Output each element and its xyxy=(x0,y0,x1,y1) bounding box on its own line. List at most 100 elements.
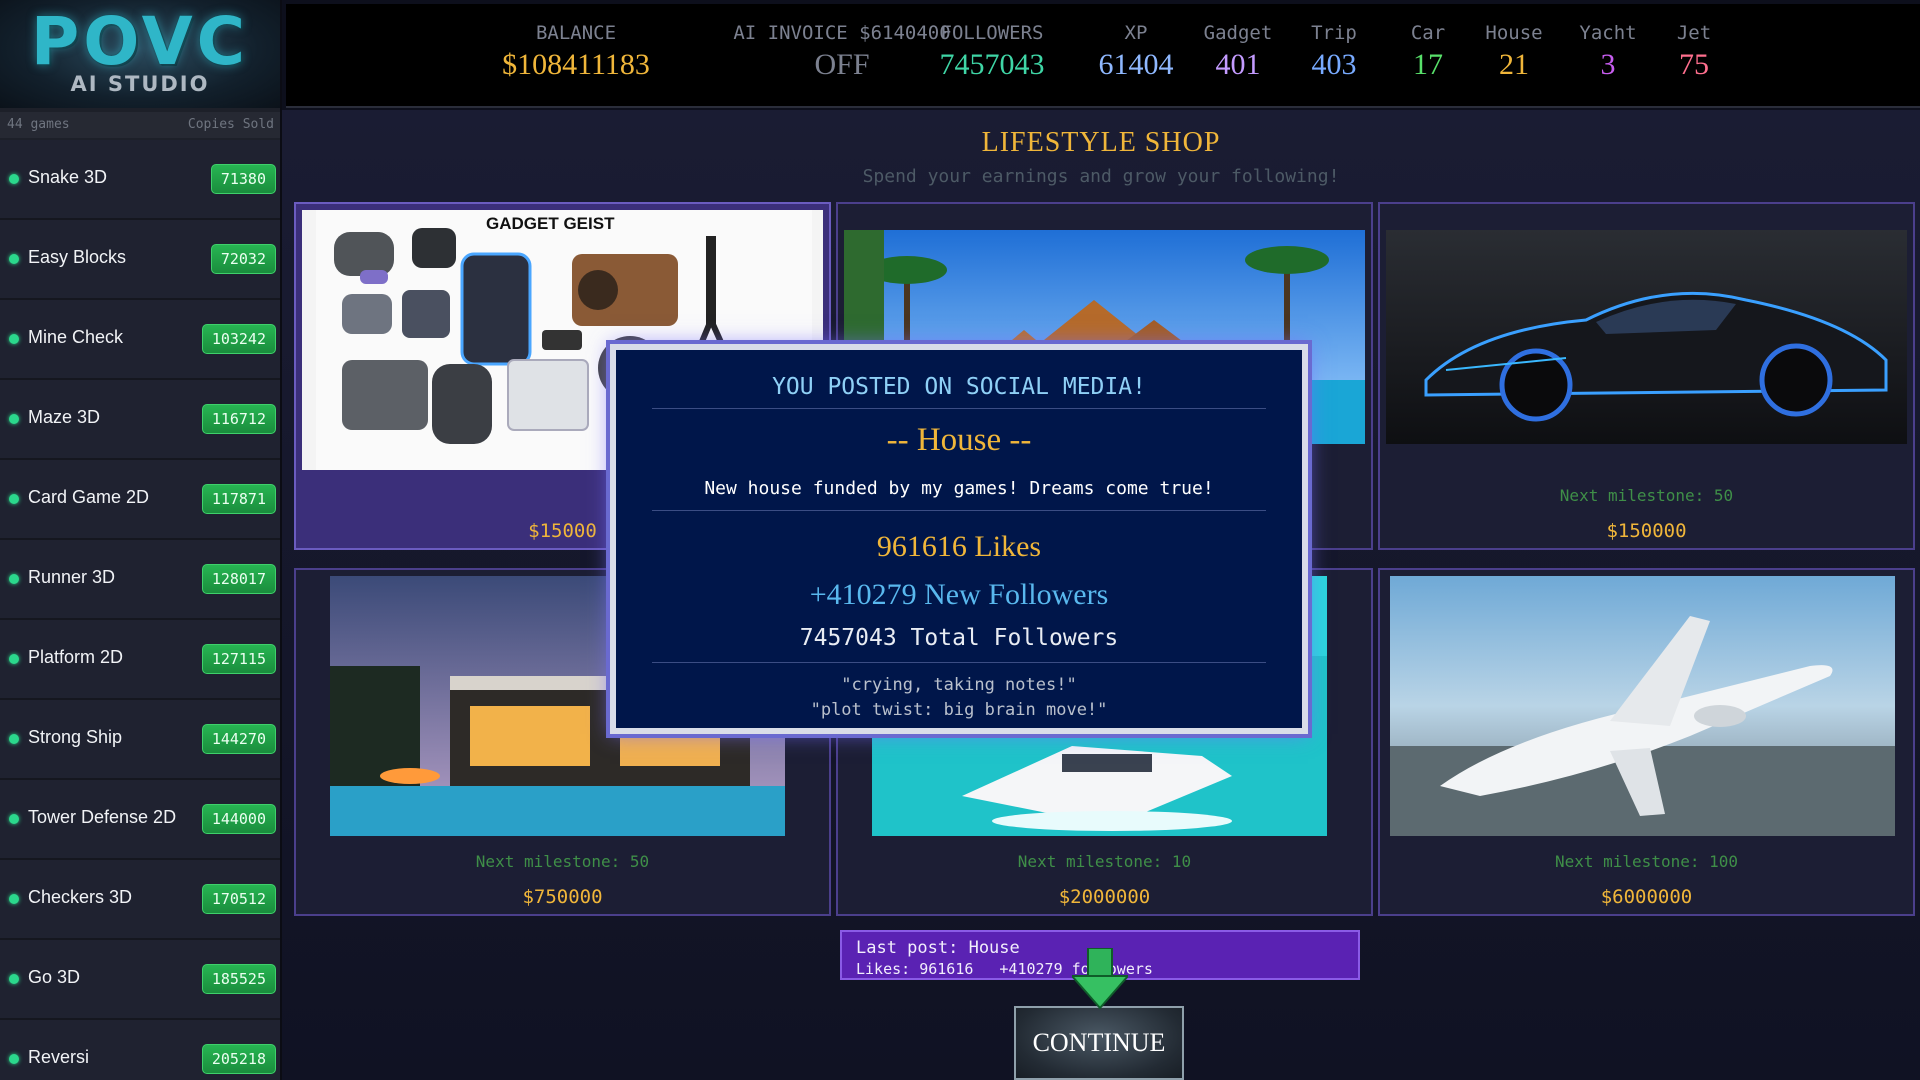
social-post-dialog: YOU POSTED ON SOCIAL MEDIA! -- House -- … xyxy=(606,340,1312,738)
game-name: Maze 3D xyxy=(28,407,101,427)
continue-button[interactable]: CONTINUE xyxy=(1014,1006,1184,1080)
dialog-item-name: -- House -- xyxy=(886,422,1032,458)
card-milestone: Next milestone: 10 xyxy=(1017,852,1192,871)
dialog-caption: New house funded by my games! Dreams com… xyxy=(704,478,1214,499)
game-name: Reversi xyxy=(28,1047,90,1067)
card-milestone: Next milestone: 50 xyxy=(1559,486,1734,505)
stat-label: Gadget xyxy=(1203,22,1273,44)
game-row[interactable]: Runner 3D 128017 xyxy=(0,540,280,620)
status-dot-icon xyxy=(9,894,19,904)
shop-subtitle: Spend your earnings and grow your follow… xyxy=(862,166,1340,187)
games-list-header: 44 games Copies Sold xyxy=(0,112,280,138)
game-row[interactable]: Platform 2D 127115 xyxy=(0,620,280,700)
game-row[interactable]: Go 3D 185525 xyxy=(0,940,280,1020)
stat-yacht: Yacht 3 xyxy=(1558,22,1658,82)
game-name: Strong Ship xyxy=(28,727,123,747)
copies-sold-badge: 144000 xyxy=(201,804,276,834)
stat-value: 21 xyxy=(1499,48,1529,81)
card-milestone: Next milestone: 100 xyxy=(1554,852,1739,871)
games-count: 44 games xyxy=(7,117,70,132)
studio-logo: POVC AI STUDIO xyxy=(0,0,280,108)
game-name: Mine Check xyxy=(28,327,124,347)
stat-value: 7457043 xyxy=(939,48,1045,81)
stat-followers: FOLLOWERS 7457043 xyxy=(922,22,1062,82)
game-name: Snake 3D xyxy=(28,167,108,187)
stat-label: House xyxy=(1485,22,1543,44)
dialog-comment: "crying, taking notes!" xyxy=(841,675,1077,695)
divider xyxy=(652,662,1266,663)
car-image xyxy=(1386,230,1907,444)
shop-card-jet[interactable]: Next milestone: 100 $6000000 xyxy=(1378,568,1915,916)
game-row[interactable]: Card Game 2D 117871 xyxy=(0,460,280,540)
jet-image xyxy=(1390,576,1895,836)
logo-title: POVC xyxy=(30,3,250,80)
stat-label: BALANCE xyxy=(535,22,617,44)
last-post-title: Last post: House xyxy=(856,938,1020,958)
game-name: Easy Blocks xyxy=(28,247,127,267)
stat-value: 17 xyxy=(1413,48,1443,81)
copies-sold-badge: 170512 xyxy=(201,884,276,914)
stat-label: XP xyxy=(1124,22,1148,44)
card-price: $150000 xyxy=(1606,520,1687,542)
game-row[interactable]: Mine Check 103242 xyxy=(0,300,280,380)
shop-title: LIFESTYLE SHOP xyxy=(981,127,1221,158)
status-dot-icon xyxy=(9,574,19,584)
stat-house: House 21 xyxy=(1464,22,1564,82)
status-dot-icon xyxy=(9,974,19,984)
status-dot-icon xyxy=(9,494,19,504)
game-row[interactable]: Snake 3D 71380 xyxy=(0,140,280,220)
copies-sold-badge: 185525 xyxy=(201,964,276,994)
copies-sold-badge: 117871 xyxy=(201,484,276,514)
game-name: Platform 2D xyxy=(28,647,124,667)
stat-value: 401 xyxy=(1215,48,1261,81)
status-dot-icon xyxy=(9,174,19,184)
game-row[interactable]: Easy Blocks 72032 xyxy=(0,220,280,300)
status-dot-icon xyxy=(9,1054,19,1064)
copies-sold-badge: 103242 xyxy=(201,324,276,354)
status-dot-icon xyxy=(9,334,19,344)
copies-sold-badge: 128017 xyxy=(201,564,276,594)
stat-value: 75 xyxy=(1679,48,1709,81)
stats-bar: BALANCE $108411183 AI INVOICE $6140400 O… xyxy=(286,4,1920,108)
game-row[interactable]: Strong Ship 144270 xyxy=(0,700,280,780)
stat-value: 61404 xyxy=(1098,48,1174,81)
gadget-image-caption: GADGET GEIST xyxy=(486,214,615,233)
stat-value: 3 xyxy=(1600,48,1616,81)
game-name: Checkers 3D xyxy=(28,887,133,907)
dialog-likes: 961616 Likes xyxy=(876,530,1042,563)
game-row[interactable]: Maze 3D 116712 xyxy=(0,380,280,460)
stat-label: FOLLOWERS xyxy=(940,22,1044,44)
dialog-new-followers: +410279 New Followers xyxy=(809,578,1109,611)
arrow-down-icon xyxy=(1072,948,1128,1010)
card-price: $750000 xyxy=(522,886,603,908)
status-dot-icon xyxy=(9,414,19,424)
stat-trip: Trip 403 xyxy=(1284,22,1384,82)
copies-sold-badge: 71380 xyxy=(210,164,276,194)
stat-label: Trip xyxy=(1311,22,1357,44)
status-dot-icon xyxy=(9,814,19,824)
card-price: $2000000 xyxy=(1058,886,1151,908)
logo-subtitle: AI STUDIO xyxy=(70,72,210,96)
shop-card-car[interactable]: Next milestone: 50 $150000 xyxy=(1378,202,1915,550)
game-row[interactable]: Checkers 3D 170512 xyxy=(0,860,280,940)
status-dot-icon xyxy=(9,654,19,664)
copies-sold-badge: 127115 xyxy=(201,644,276,674)
divider xyxy=(652,408,1266,409)
card-price: $6000000 xyxy=(1600,886,1693,908)
game-name: Tower Defense 2D xyxy=(28,807,177,827)
game-row[interactable]: Reversi 205218 xyxy=(0,1020,280,1080)
game-name: Card Game 2D xyxy=(28,487,150,507)
game-row[interactable]: Tower Defense 2D 144000 xyxy=(0,780,280,860)
stat-label: Jet xyxy=(1676,22,1712,44)
stat-car: Car 17 xyxy=(1378,22,1478,82)
dialog-total-followers: 7457043 Total Followers xyxy=(799,625,1119,651)
dialog-title: YOU POSTED ON SOCIAL MEDIA! xyxy=(772,374,1146,400)
stat-xp: XP 61404 xyxy=(1086,22,1186,82)
copies-sold-badge: 72032 xyxy=(210,244,276,274)
card-milestone: Next milestone: 50 xyxy=(475,852,650,871)
stat-label: Car xyxy=(1410,22,1446,44)
copies-sold-badge: 205218 xyxy=(201,1044,276,1074)
copies-sold-header: Copies Sold xyxy=(187,117,274,132)
game-screen: POVC AI STUDIO 44 games Copies Sold Snak… xyxy=(0,0,1920,1080)
game-name: Runner 3D xyxy=(28,567,116,587)
